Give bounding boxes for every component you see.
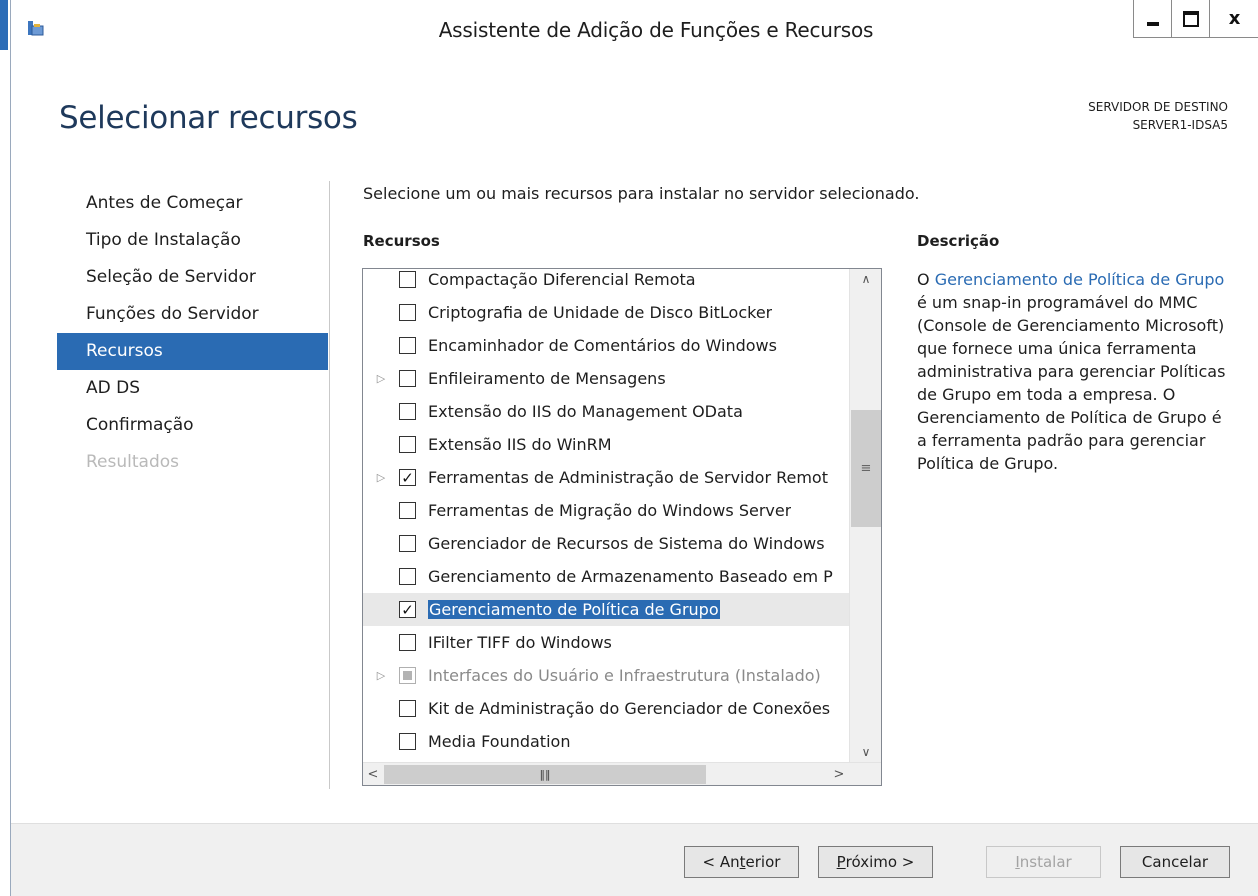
destination-server: SERVIDOR DE DESTINO SERVER1-IDSA5 — [1088, 98, 1228, 134]
vertical-scroll-thumb[interactable]: ≡ — [851, 410, 881, 527]
feature-checkbox — [399, 667, 416, 684]
close-button[interactable]: x — [1209, 0, 1258, 38]
features-list[interactable]: Compactação Diferencial Remota Criptograf… — [362, 268, 882, 786]
feature-row[interactable]: Gerenciador de Recursos de Sistema do Wi… — [363, 527, 849, 560]
nav-item-antes-de-comecar[interactable]: Antes de Começar — [57, 185, 328, 222]
feature-checkbox[interactable] — [399, 502, 416, 519]
background-window-edge — [0, 0, 10, 896]
next-label-accel: P — [836, 853, 846, 871]
install-button: Instalar — [986, 846, 1101, 878]
background-window-accent — [0, 0, 8, 50]
feature-row[interactable]: Criptografia de Unidade de Disco BitLock… — [363, 296, 849, 329]
wizard-footer: < An t erior Próximo > Instalar Cancelar — [11, 823, 1258, 896]
feature-label: Extensão do IIS do Management OData — [428, 402, 743, 421]
feature-label: Gerenciamento de Política de Grupo — [428, 600, 720, 619]
features-rows: Compactação Diferencial Remota Criptograf… — [363, 269, 849, 758]
feature-row[interactable]: Gerenciamento de Armazenamento Baseado e… — [363, 560, 849, 593]
feature-checkbox[interactable] — [399, 370, 416, 387]
wizard-nav: Antes de Começar Tipo de Instalação Sele… — [57, 185, 328, 481]
expand-arrow-icon[interactable]: ▷ — [363, 372, 399, 385]
feature-checkbox[interactable] — [399, 733, 416, 750]
expand-arrow-icon[interactable]: ▷ — [363, 669, 399, 682]
feature-checkbox[interactable] — [399, 271, 416, 288]
feature-label: Enfileiramento de Mensagens — [428, 369, 666, 388]
feature-checkbox[interactable]: ✓ — [399, 601, 416, 619]
nav-item-selecao-de-servidor[interactable]: Seleção de Servidor — [57, 259, 328, 296]
window-title: Assistente de Adição de Funções e Recurs… — [438, 18, 874, 42]
feature-row[interactable]: ▷ Interfaces do Usuário e Infraestrutura … — [363, 659, 849, 692]
destination-label: SERVIDOR DE DESTINO — [1088, 100, 1228, 114]
nav-item-ad-ds[interactable]: AD DS — [57, 370, 328, 407]
feature-label: Compactação Diferencial Remota — [428, 270, 696, 289]
feature-checkbox[interactable] — [399, 535, 416, 552]
maximize-button[interactable] — [1171, 0, 1209, 38]
feature-row[interactable]: Media Foundation — [363, 725, 849, 758]
scroll-right-icon[interactable]: > — [829, 763, 849, 785]
minimize-button[interactable] — [1133, 0, 1171, 38]
previous-button[interactable]: < An t erior — [684, 846, 799, 878]
feature-label: Media Foundation — [428, 732, 571, 751]
next-button[interactable]: Próximo > — [818, 846, 933, 878]
feature-row[interactable]: ▷ ✓ Ferramentas de Administração de Servid… — [363, 461, 849, 494]
title-bar[interactable]: Assistente de Adição de Funções e Recurs… — [11, 0, 1258, 60]
feature-row[interactable]: IFilter TIFF do Windows — [363, 626, 849, 659]
intro-text: Selecione um ou mais recursos para insta… — [363, 184, 920, 203]
wizard-window: Assistente de Adição de Funções e Recurs… — [10, 0, 1258, 896]
horizontal-scrollbar[interactable]: < ‖‖ > — [363, 762, 881, 785]
feature-label: Extensão IIS do WinRM — [428, 435, 612, 454]
scroll-down-icon[interactable]: ∨ — [850, 742, 881, 762]
horizontal-scroll-thumb[interactable]: ‖‖ — [384, 765, 706, 784]
feature-row[interactable]: ✓ Gerenciamento de Política de Grupo — [363, 593, 849, 626]
nav-divider — [329, 181, 330, 789]
feature-row[interactable]: Kit de Administração do Gerenciador de C… — [363, 692, 849, 725]
description-feature-link[interactable]: Gerenciamento de Política de Grupo — [935, 270, 1225, 289]
feature-checkbox[interactable] — [399, 700, 416, 717]
feature-label: Gerenciamento de Armazenamento Baseado e… — [428, 567, 833, 586]
nav-item-tipo-de-instalacao[interactable]: Tipo de Instalação — [57, 222, 328, 259]
feature-label: Gerenciador de Recursos de Sistema do Wi… — [428, 534, 825, 553]
destination-server-name: SERVER1-IDSA5 — [1132, 118, 1228, 132]
window-controls: x — [1133, 0, 1258, 38]
feature-row[interactable]: ▷ Enfileiramento de Mensagens — [363, 362, 849, 395]
feature-label: Ferramentas de Administração de Servidor… — [428, 468, 828, 487]
feature-checkbox[interactable] — [399, 568, 416, 585]
scroll-left-icon[interactable]: < — [363, 763, 383, 785]
feature-label: Interfaces do Usuário e Infraestrutura (… — [428, 666, 821, 685]
previous-label-pre: < An — [702, 853, 740, 871]
feature-label: Ferramentas de Migração do Windows Serve… — [428, 501, 792, 520]
feature-label: Encaminhador de Comentários do Windows — [428, 336, 777, 355]
page-title: Selecionar recursos — [59, 100, 358, 136]
feature-label: Kit de Administração do Gerenciador de C… — [428, 699, 831, 718]
nav-item-recursos[interactable]: Recursos — [57, 333, 328, 370]
next-label-post: róximo > — [845, 853, 915, 871]
features-header: Recursos — [363, 232, 440, 250]
expand-arrow-icon[interactable]: ▷ — [363, 471, 399, 484]
feature-checkbox[interactable]: ✓ — [399, 469, 416, 487]
description-prefix: O — [917, 270, 935, 289]
feature-checkbox[interactable] — [399, 337, 416, 354]
vertical-scrollbar[interactable]: ∧ ≡ ∨ — [849, 269, 881, 762]
nav-item-resultados: Resultados — [86, 452, 179, 472]
cancel-button[interactable]: Cancelar — [1120, 846, 1230, 878]
feature-row[interactable]: Ferramentas de Migração do Windows Serve… — [363, 494, 849, 527]
feature-row[interactable]: Extensão IIS do WinRM — [363, 428, 849, 461]
description-body: é um snap-in programável do MMC (Console… — [917, 293, 1226, 473]
nav-item-funcoes-do-servidor[interactable]: Funções do Servidor — [57, 296, 328, 333]
feature-label: IFilter TIFF do Windows — [428, 633, 612, 652]
scroll-up-icon[interactable]: ∧ — [850, 269, 881, 289]
install-label-post: nstalar — [1019, 853, 1072, 871]
description-panel: O Gerenciamento de Política de Grupo é u… — [917, 268, 1232, 475]
nav-item-confirmacao[interactable]: Confirmação — [57, 407, 328, 444]
feature-checkbox[interactable] — [399, 304, 416, 321]
feature-checkbox[interactable] — [399, 634, 416, 651]
feature-checkbox[interactable] — [399, 403, 416, 420]
previous-label-post: erior — [745, 853, 781, 871]
feature-row[interactable]: Extensão do IIS do Management OData — [363, 395, 849, 428]
feature-row[interactable]: Encaminhador de Comentários do Windows — [363, 329, 849, 362]
feature-row[interactable]: Compactação Diferencial Remota — [363, 269, 849, 296]
feature-label: Criptografia de Unidade de Disco BitLock… — [428, 303, 773, 322]
description-header: Descrição — [917, 232, 1000, 250]
feature-checkbox[interactable] — [399, 436, 416, 453]
